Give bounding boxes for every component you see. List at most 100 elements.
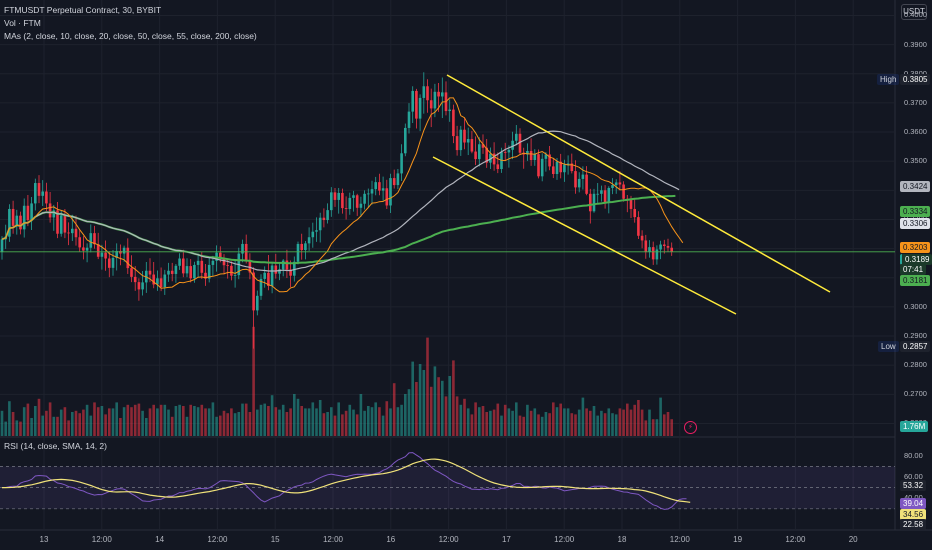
volume-bar: [152, 404, 155, 436]
candle-body: [226, 265, 229, 267]
candle-body: [108, 258, 111, 268]
volume-bar: [629, 409, 633, 436]
volume-bar: [370, 407, 374, 436]
volume-bar: [19, 421, 22, 436]
candle-body: [256, 295, 259, 311]
candle-body: [348, 197, 352, 209]
candle-body: [311, 231, 315, 238]
candle-body: [111, 257, 115, 268]
candle-body: [659, 244, 662, 250]
candle-body: [415, 90, 418, 119]
price-tick: 0.4000: [904, 10, 927, 20]
candle-body: [529, 150, 533, 161]
volume-bar: [41, 415, 44, 436]
candle-body: [22, 205, 26, 230]
volume-bar: [159, 404, 163, 436]
volume-bar: [219, 415, 222, 436]
candle-body: [633, 208, 636, 218]
candle-body: [96, 244, 100, 257]
volume-bar: [492, 409, 496, 436]
candle-body: [196, 260, 200, 265]
volume-bar: [108, 408, 111, 436]
volume-bar: [196, 407, 200, 436]
candle-body: [577, 178, 581, 188]
volume-bar: [422, 370, 426, 436]
volume-bar: [270, 395, 274, 436]
candle-body: [337, 192, 340, 200]
volume-bar: [278, 409, 281, 436]
volume-bar: [496, 403, 500, 436]
candle-body: [244, 243, 248, 261]
volume-bar: [82, 409, 85, 436]
volume-legend: Vol · FTM: [4, 18, 41, 28]
volume-bar: [378, 407, 381, 436]
volume-bar: [433, 366, 437, 436]
volume-bar: [193, 406, 196, 436]
lightning-icon[interactable]: ⚡: [684, 421, 697, 434]
volume-bar: [611, 413, 614, 436]
candle-body: [581, 174, 585, 179]
chart-canvas[interactable]: [0, 0, 932, 550]
candle-body: [396, 173, 400, 186]
volume-bar: [618, 408, 622, 436]
volume-bar: [119, 418, 122, 436]
volume-bar: [34, 406, 37, 436]
high-value: 0.3805: [900, 74, 931, 85]
volume-bar: [137, 403, 141, 436]
candle-body: [37, 183, 41, 196]
candle-body: [429, 100, 433, 109]
candle-body: [285, 260, 289, 270]
volume-bar: [182, 406, 185, 436]
candle-body: [178, 258, 181, 266]
volume-value: 1.76M: [900, 421, 929, 432]
candle-body: [411, 90, 414, 112]
volume-bar: [78, 413, 81, 436]
volume-bar: [544, 412, 548, 436]
candle-body: [93, 233, 96, 245]
volume-bar: [26, 403, 30, 436]
volume-bar: [485, 412, 488, 436]
volume-bar: [574, 414, 577, 436]
volume-bar: [367, 406, 370, 436]
volume-bar: [300, 406, 303, 436]
volume-bar: [470, 414, 474, 436]
candle-body: [163, 274, 167, 288]
candle-body: [363, 193, 366, 204]
volume-bar: [522, 416, 525, 436]
volume-bar: [52, 416, 56, 436]
volume-bar: [540, 416, 544, 436]
candle-body: [466, 139, 470, 143]
rsi-lower-band: 22.58: [900, 519, 927, 530]
volume-bar: [200, 404, 204, 436]
volume-bar: [407, 389, 411, 436]
candle-body: [644, 240, 648, 253]
chart-title: FTMUSDT Perpetual Contract, 30, BYBIT: [4, 5, 162, 15]
volume-bar: [333, 415, 337, 436]
candle-body: [666, 245, 670, 248]
volume-bar: [45, 410, 48, 436]
candle-body: [600, 190, 603, 194]
candle-body: [515, 133, 518, 141]
candle-body: [82, 247, 85, 251]
candle-body: [640, 235, 644, 241]
volume-bar: [11, 412, 15, 436]
volume-bar: [607, 408, 611, 436]
volume-bar: [274, 407, 278, 436]
candle-body: [137, 282, 141, 290]
volume-bar: [415, 382, 418, 436]
time-tick: 19: [733, 535, 743, 544]
volume-bar: [600, 410, 603, 436]
candle-body: [189, 266, 192, 279]
volume-bar: [311, 402, 315, 436]
volume-bar: [15, 420, 19, 436]
candle-body: [34, 183, 37, 204]
volume-bar: [130, 407, 133, 436]
price-tick: 0.3700: [904, 97, 927, 107]
volume-bar: [563, 408, 566, 436]
volume-bar: [185, 416, 189, 436]
volume-bar: [637, 400, 640, 436]
candle-body: [193, 264, 196, 279]
price-tick: 0.2700: [904, 389, 927, 399]
volume-bar: [448, 376, 451, 436]
volume-bar: [437, 377, 440, 436]
